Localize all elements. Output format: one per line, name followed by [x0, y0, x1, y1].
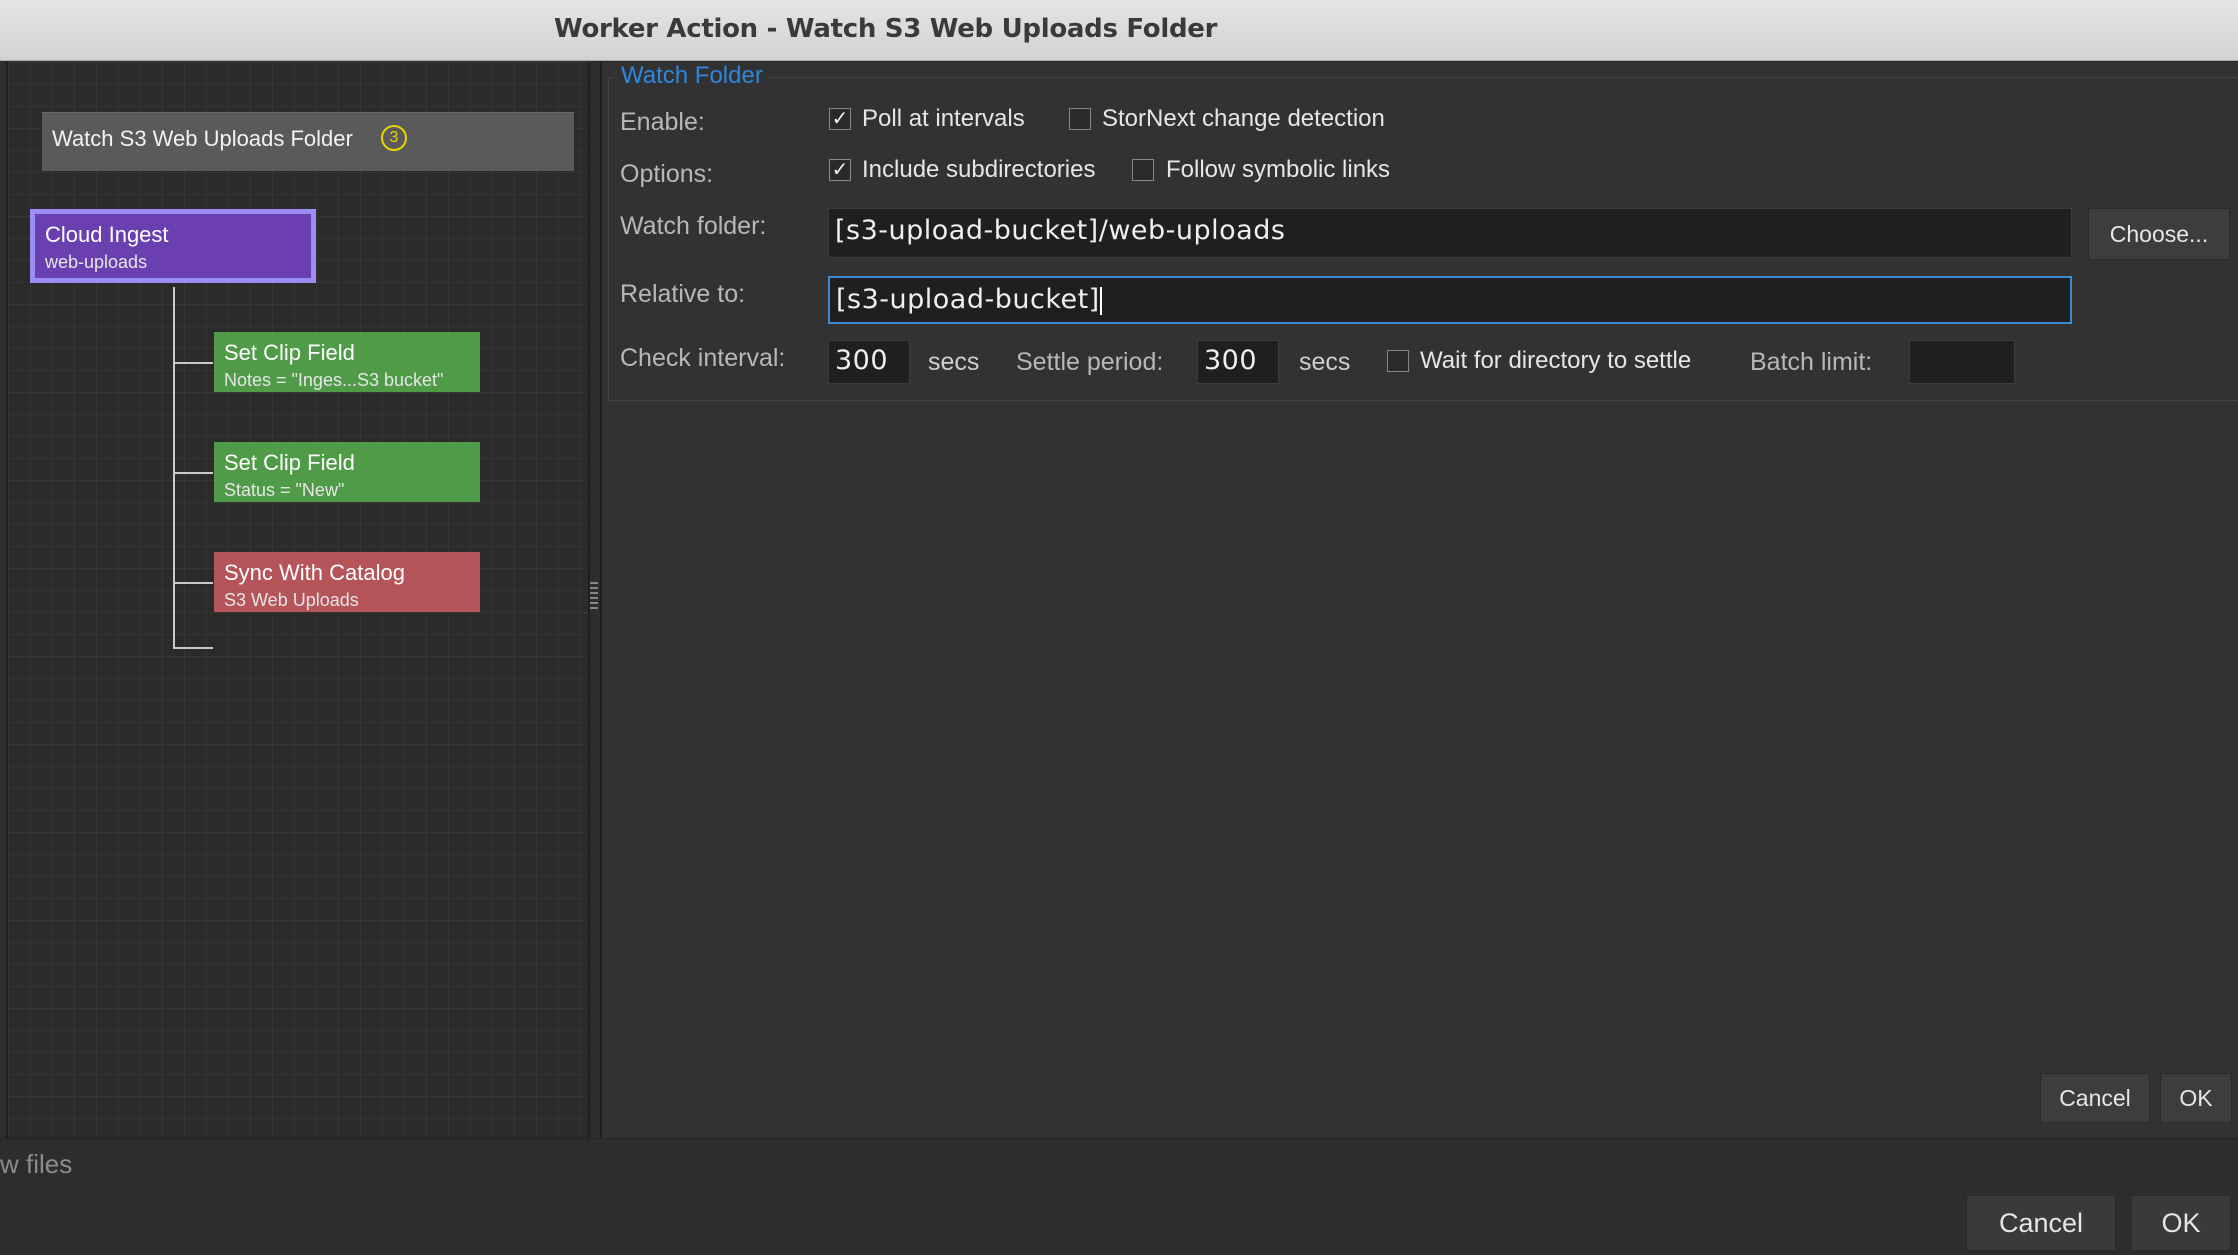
enable-label: Enable:: [620, 108, 705, 136]
watch-folder-legend: Watch Folder: [617, 62, 767, 90]
node-title: Set Clip Field: [224, 340, 355, 365]
window-titlebar: Worker Action - Watch S3 Web Uploads Fol…: [0, 0, 2238, 61]
include-subdirectories-checkbox[interactable]: ✓: [829, 159, 851, 181]
text-cursor: [1099, 286, 1102, 315]
node-set-clip-field-status[interactable]: Set Clip Field Status = "New": [214, 442, 480, 502]
watch-folder-label: Watch folder:: [620, 212, 767, 240]
trigger-node-watch-folder[interactable]: Watch S3 Web Uploads Folder 3: [42, 112, 574, 171]
node-title: Sync With Catalog: [224, 560, 405, 585]
relative-to-input[interactable]: [s3-upload-bucket]: [828, 276, 2072, 324]
options-label: Options:: [620, 160, 714, 188]
node-sync-with-catalog[interactable]: Sync With Catalog S3 Web Uploads: [214, 552, 480, 612]
settle-period-label: Settle period:: [1016, 348, 1164, 376]
stornext-label[interactable]: StorNext change detection: [1102, 105, 1385, 133]
wait-directory-settle-label[interactable]: Wait for directory to settle: [1420, 347, 1691, 375]
choose-button[interactable]: Choose...: [2088, 208, 2230, 260]
batch-limit-label: Batch limit:: [1750, 348, 1873, 376]
footer-status-text: w files: [0, 1149, 73, 1179]
connector-line: [173, 472, 213, 474]
relative-to-label: Relative to:: [620, 280, 746, 308]
inner-cancel-button[interactable]: Cancel: [2040, 1073, 2150, 1123]
footer-cancel-button[interactable]: Cancel: [1966, 1195, 2116, 1251]
check-interval-unit: secs: [928, 348, 980, 376]
connector-line: [173, 362, 213, 364]
node-set-clip-field-notes[interactable]: Set Clip Field Notes = "Inges...S3 bucke…: [214, 332, 480, 392]
node-subtitle: Status = "New": [224, 480, 345, 500]
trigger-node-label: Watch S3 Web Uploads Folder: [52, 126, 353, 151]
trigger-count-badge: 3: [381, 125, 407, 151]
connector-line: [173, 287, 175, 649]
node-subtitle: web-uploads: [45, 252, 148, 272]
workflow-canvas[interactable]: Watch S3 Web Uploads Folder 3 Cloud Inge…: [6, 62, 590, 1138]
poll-intervals-label[interactable]: Poll at intervals: [862, 105, 1025, 133]
inner-ok-button[interactable]: OK: [2160, 1073, 2232, 1123]
check-interval-input[interactable]: 300: [828, 340, 910, 384]
node-title: Set Clip Field: [224, 450, 355, 475]
follow-symbolic-links-label[interactable]: Follow symbolic links: [1166, 156, 1390, 184]
check-interval-label: Check interval:: [620, 344, 786, 372]
connector-line: [173, 582, 213, 584]
dialog-footer: w files Cancel OK: [0, 1138, 2238, 1255]
node-cloud-ingest[interactable]: Cloud Ingest web-uploads: [30, 209, 316, 283]
relative-to-value: [s3-upload-bucket]: [836, 284, 1100, 315]
settle-period-unit: secs: [1299, 348, 1351, 376]
panel-splitter-handle[interactable]: [590, 582, 598, 612]
node-title: Cloud Ingest: [45, 222, 169, 247]
stornext-checkbox[interactable]: [1069, 108, 1091, 130]
batch-limit-input[interactable]: [1909, 340, 2015, 384]
follow-symbolic-links-checkbox[interactable]: [1132, 159, 1154, 181]
poll-intervals-checkbox[interactable]: ✓: [829, 108, 851, 130]
wait-directory-settle-checkbox[interactable]: [1387, 350, 1409, 372]
watch-folder-input[interactable]: [s3-upload-bucket]/web-uploads: [828, 208, 2072, 258]
connector-line: [173, 647, 213, 649]
footer-ok-button[interactable]: OK: [2131, 1195, 2231, 1251]
window-title: Worker Action - Watch S3 Web Uploads Fol…: [554, 14, 1218, 44]
include-subdirectories-label[interactable]: Include subdirectories: [862, 156, 1095, 184]
node-subtitle: Notes = "Inges...S3 bucket": [224, 370, 444, 390]
node-subtitle: S3 Web Uploads: [224, 590, 359, 610]
settle-period-input[interactable]: 300: [1197, 340, 1279, 384]
